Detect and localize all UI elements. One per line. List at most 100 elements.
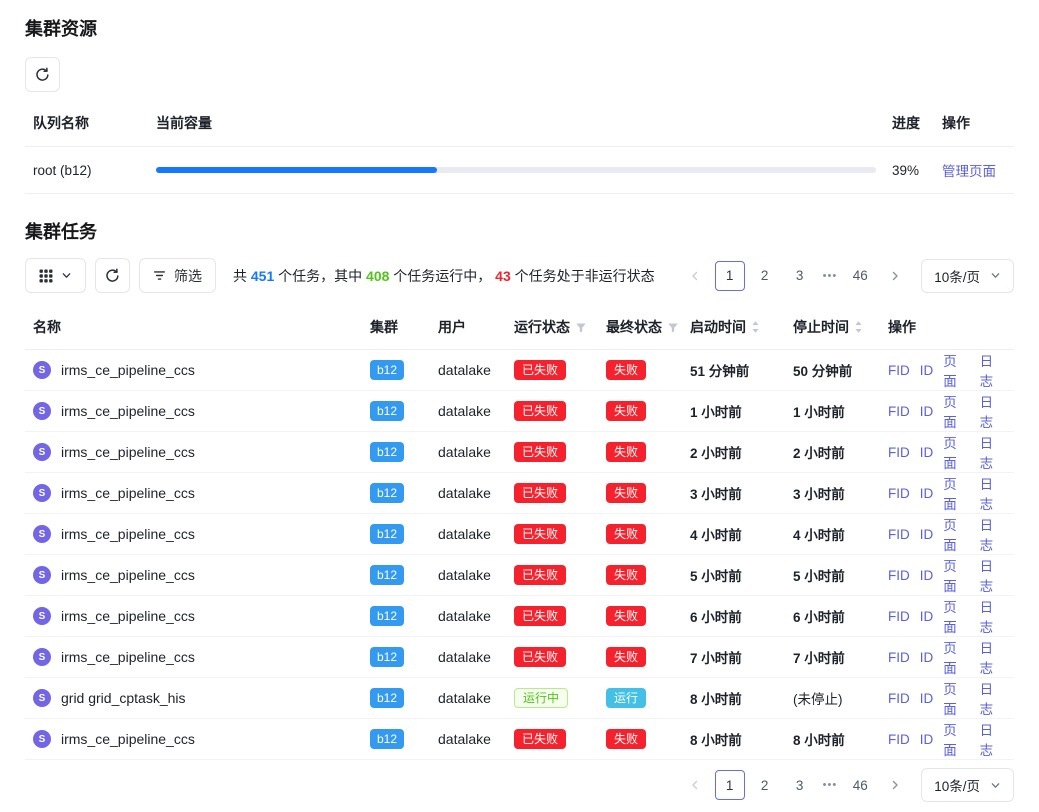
task-action-fid-link[interactable]: FID	[888, 732, 910, 747]
task-action-id-link[interactable]: ID	[920, 568, 934, 583]
page-button-2[interactable]: 2	[750, 770, 780, 800]
start-time-cell: 5 小时前	[682, 555, 785, 596]
sort-icon[interactable]	[854, 320, 863, 334]
task-name: irms_ce_pipeline_ccs	[61, 485, 195, 501]
task-action-日志-link[interactable]: 日志	[980, 678, 1006, 718]
task-action-页面-link[interactable]: 页面	[943, 514, 969, 554]
refresh-icon	[105, 268, 120, 283]
final-status-cell: 失败	[598, 719, 682, 760]
task-action-日志-link[interactable]: 日志	[980, 719, 1006, 759]
task-action-fid-link[interactable]: FID	[888, 445, 910, 460]
task-action-id-link[interactable]: ID	[920, 732, 934, 747]
task-action-日志-link[interactable]: 日志	[980, 350, 1006, 390]
page-size-select[interactable]: 10条/页	[921, 768, 1014, 802]
page-button-1[interactable]: 1	[715, 770, 745, 800]
page-button-2[interactable]: 2	[750, 261, 780, 291]
task-type-avatar: S	[33, 607, 51, 625]
col-resource-action: 操作	[934, 100, 1014, 147]
final-status-cell: 失败	[598, 432, 682, 473]
task-action-日志-link[interactable]: 日志	[980, 432, 1006, 472]
run-status-cell: 已失败	[506, 391, 598, 432]
next-page-button[interactable]	[880, 261, 910, 291]
page-button-3[interactable]: 3	[785, 261, 815, 291]
page-ellipsis[interactable]: •••	[820, 779, 841, 791]
final-status-badge: 失败	[606, 606, 646, 626]
task-row: Sirms_ce_pipeline_ccsb12datalake已失败失败5 小…	[25, 555, 1014, 596]
task-name-cell: Sirms_ce_pipeline_ccs	[25, 719, 362, 760]
col-task-action: 操作	[880, 305, 1014, 350]
task-type-avatar: S	[33, 525, 51, 543]
run-status-badge: 运行中	[514, 688, 568, 708]
task-action-日志-link[interactable]: 日志	[980, 391, 1006, 431]
page-size-value: 10条/页	[934, 266, 980, 286]
task-row: Sirms_ce_pipeline_ccsb12datalake已失败失败4 小…	[25, 514, 1014, 555]
task-action-页面-link[interactable]: 页面	[943, 432, 969, 472]
col-cluster: 集群	[362, 305, 430, 350]
task-action-id-link[interactable]: ID	[920, 609, 934, 624]
task-action-日志-link[interactable]: 日志	[980, 637, 1006, 677]
page-button-46[interactable]: 46	[845, 770, 875, 800]
filter-funnel-icon[interactable]	[575, 322, 587, 334]
resource-actions-cell: 管理页面	[934, 147, 1014, 194]
col-queue-name: 队列名称	[25, 100, 148, 147]
filter-button[interactable]: 筛选	[139, 258, 216, 293]
filter-lines-icon	[153, 269, 166, 282]
task-action-日志-link[interactable]: 日志	[980, 555, 1006, 595]
task-action-页面-link[interactable]: 页面	[943, 350, 969, 390]
page-button-3[interactable]: 3	[785, 770, 815, 800]
task-action-页面-link[interactable]: 页面	[943, 596, 969, 636]
task-type-avatar: S	[33, 361, 51, 379]
task-action-id-link[interactable]: ID	[920, 486, 934, 501]
filter-funnel-icon[interactable]	[667, 322, 679, 334]
task-action-fid-link[interactable]: FID	[888, 609, 910, 624]
run-status-badge: 已失败	[514, 524, 566, 544]
task-action-页面-link[interactable]: 页面	[943, 719, 969, 759]
task-action-id-link[interactable]: ID	[920, 691, 934, 706]
task-action-fid-link[interactable]: FID	[888, 691, 910, 706]
user-cell: datalake	[430, 678, 506, 719]
task-action-日志-link[interactable]: 日志	[980, 473, 1006, 513]
task-action-fid-link[interactable]: FID	[888, 650, 910, 665]
page-size-select[interactable]: 10条/页	[921, 259, 1014, 293]
page-ellipsis[interactable]: •••	[820, 270, 841, 282]
stop-time-cell: 5 小时前	[785, 555, 880, 596]
chevron-right-icon	[889, 779, 901, 791]
refresh-tasks-button[interactable]	[95, 258, 130, 293]
start-time-cell: 2 小时前	[682, 432, 785, 473]
prev-page-button[interactable]	[680, 770, 710, 800]
refresh-resources-button[interactable]	[25, 57, 60, 92]
queue-name: root (b12)	[25, 147, 148, 194]
column-settings-button[interactable]	[25, 258, 86, 293]
task-action-页面-link[interactable]: 页面	[943, 637, 969, 677]
user-cell: datalake	[430, 350, 506, 391]
task-action-id-link[interactable]: ID	[920, 363, 934, 378]
page-button-1[interactable]: 1	[715, 261, 745, 291]
task-name-cell: Sirms_ce_pipeline_ccs	[25, 391, 362, 432]
task-action-fid-link[interactable]: FID	[888, 568, 910, 583]
final-status-badge: 失败	[606, 483, 646, 503]
task-name-cell: Sirms_ce_pipeline_ccs	[25, 596, 362, 637]
task-type-avatar: S	[33, 689, 51, 707]
next-page-button[interactable]	[880, 770, 910, 800]
task-action-日志-link[interactable]: 日志	[980, 596, 1006, 636]
final-status-badge: 运行	[606, 688, 646, 708]
task-action-id-link[interactable]: ID	[920, 445, 934, 460]
task-action-页面-link[interactable]: 页面	[943, 555, 969, 595]
prev-page-button[interactable]	[680, 261, 710, 291]
task-action-fid-link[interactable]: FID	[888, 527, 910, 542]
task-action-id-link[interactable]: ID	[920, 650, 934, 665]
task-action-页面-link[interactable]: 页面	[943, 391, 969, 431]
task-action-fid-link[interactable]: FID	[888, 486, 910, 501]
page-button-46[interactable]: 46	[845, 261, 875, 291]
task-action-id-link[interactable]: ID	[920, 527, 934, 542]
task-action-id-link[interactable]: ID	[920, 404, 934, 419]
manage-page-link[interactable]: 管理页面	[942, 164, 996, 179]
task-action-fid-link[interactable]: FID	[888, 363, 910, 378]
user-cell: datalake	[430, 514, 506, 555]
task-action-fid-link[interactable]: FID	[888, 404, 910, 419]
task-action-页面-link[interactable]: 页面	[943, 678, 969, 718]
task-action-页面-link[interactable]: 页面	[943, 473, 969, 513]
total-task-count: 451	[251, 268, 274, 284]
task-action-日志-link[interactable]: 日志	[980, 514, 1006, 554]
sort-icon[interactable]	[751, 320, 760, 334]
